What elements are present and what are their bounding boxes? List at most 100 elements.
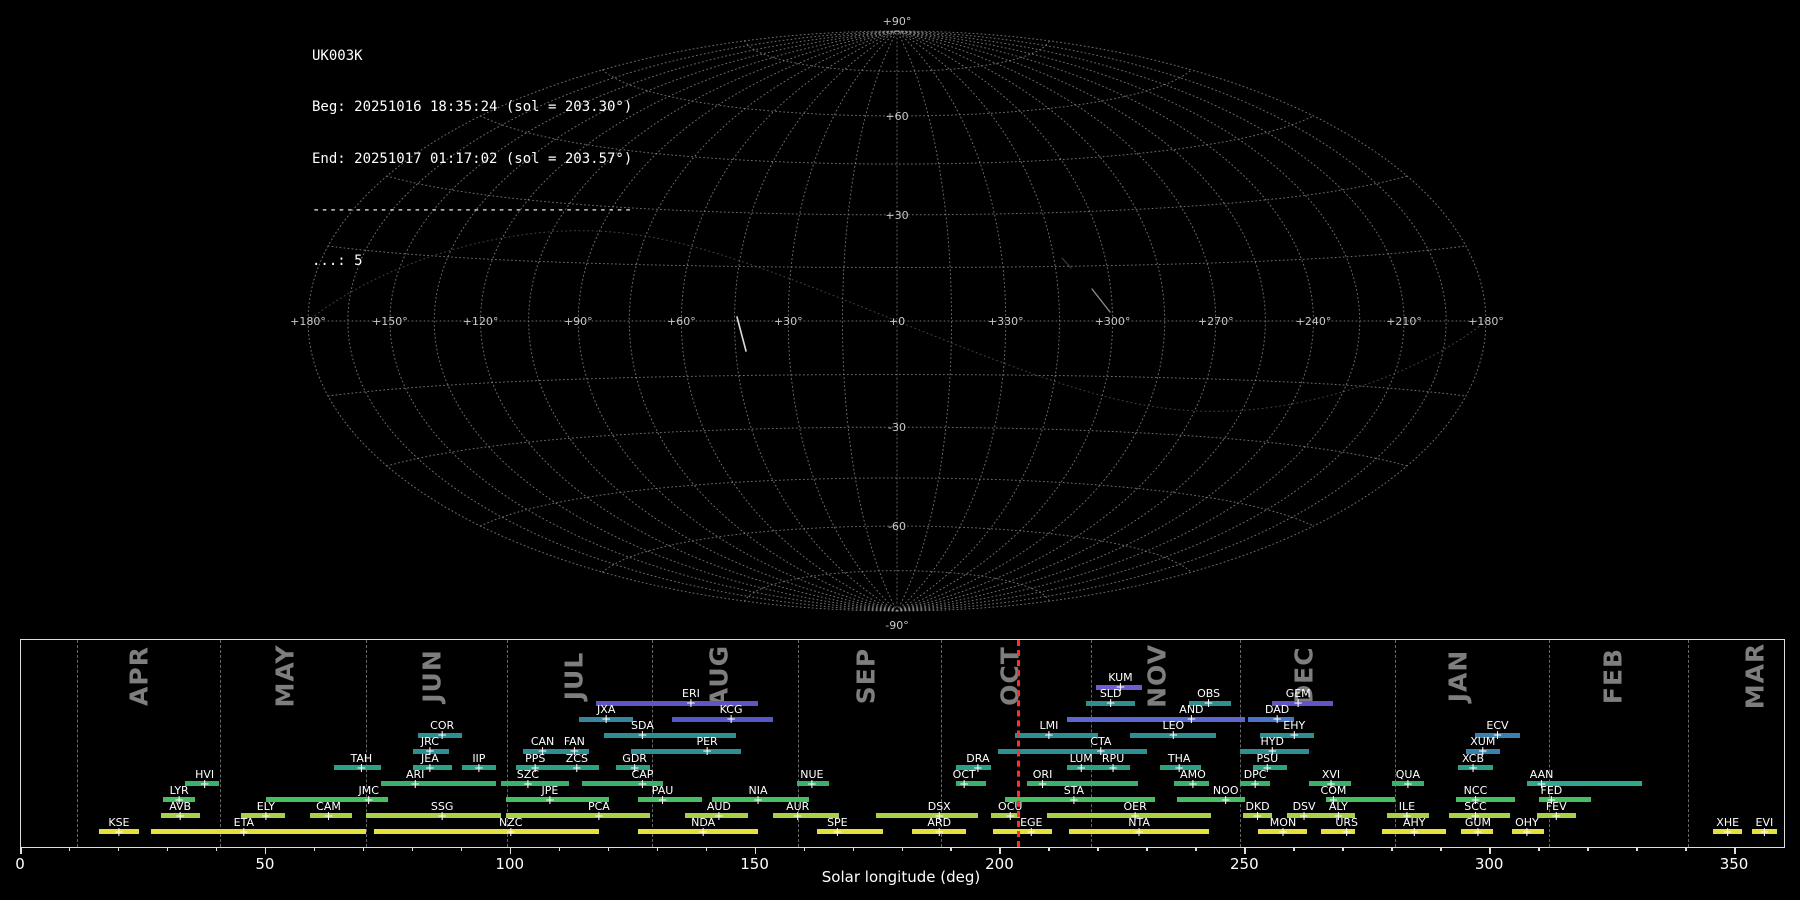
sky-grid-meridian <box>896 30 1405 612</box>
x-minor-tick <box>950 847 952 851</box>
x-major-tick <box>509 847 512 854</box>
shower-bar <box>993 829 1052 835</box>
dec-label: -60 <box>888 520 906 533</box>
x-minor-tick <box>1391 847 1393 851</box>
x-minor-tick <box>411 847 414 851</box>
shower-bar <box>500 781 570 787</box>
shower-activity-chart: APRMAYJUNJULAUGSEPOCTNOVDECJANFEBMARKUM+… <box>20 639 1785 848</box>
x-tick-label: 200 <box>985 855 1014 873</box>
x-tick-label: 0 <box>15 855 25 873</box>
end-time-line: End: 20251017 01:17:02 (sol = 203.57°) <box>312 150 633 167</box>
sky-grid-meridian <box>896 30 1114 612</box>
x-minor-tick <box>1195 847 1197 851</box>
x-major-tick <box>1489 847 1491 854</box>
x-minor-tick <box>362 847 365 851</box>
sky-grid-meridian <box>896 30 1266 612</box>
sky-grid-meridian <box>787 30 898 612</box>
ra-label: +180° <box>290 315 326 328</box>
ra-label: +210° <box>1386 315 1422 328</box>
x-minor-tick <box>1342 847 1344 851</box>
sky-grid-meridian <box>896 30 1166 612</box>
month-boundary-line <box>220 640 222 847</box>
shower-bar <box>1066 716 1246 722</box>
x-minor-tick <box>656 847 659 851</box>
sky-grid-parallel <box>602 69 1192 117</box>
x-minor-tick <box>117 847 120 851</box>
x-minor-tick <box>852 847 855 851</box>
sky-grid-meridian <box>896 30 1315 612</box>
x-minor-tick <box>1293 847 1295 851</box>
x-axis-title: Solar longitude (deg) <box>821 868 981 886</box>
ra-label: +270° <box>1198 315 1234 328</box>
shower-bar <box>638 797 702 803</box>
x-tick-label: 50 <box>255 855 275 873</box>
shower-bar <box>366 813 501 819</box>
x-minor-tick <box>1685 847 1687 851</box>
sporadic-count-line: ...: 5 <box>312 253 363 270</box>
x-minor-tick <box>1538 847 1540 851</box>
shower-bar <box>373 829 599 835</box>
ra-label: +240° <box>1296 315 1332 328</box>
meteor-trail <box>736 316 747 352</box>
sky-grid-meridian <box>896 30 1487 612</box>
begin-time-line: Beg: 20251016 18:35:24 (sol = 203.30°) <box>312 99 633 116</box>
meteor-trail <box>1061 257 1072 269</box>
ra-label: +60° <box>667 315 696 328</box>
month-label: JUL <box>559 651 589 701</box>
x-minor-tick <box>1587 847 1589 851</box>
sky-grid-meridian <box>896 30 1217 612</box>
sky-grid-meridian <box>896 30 1061 612</box>
ra-label: +30° <box>774 315 803 328</box>
current-sol-line <box>1017 640 1020 847</box>
separator-line: -------------------------------------- <box>312 201 633 218</box>
ra-label: +120° <box>463 315 499 328</box>
ra-label: +300° <box>1095 315 1131 328</box>
sky-grid-parallel <box>602 525 1192 573</box>
x-major-tick <box>20 847 22 854</box>
ra-label: +0 <box>889 315 905 328</box>
month-boundary-line <box>1688 640 1689 847</box>
x-minor-tick <box>1048 847 1050 851</box>
x-major-tick <box>264 847 267 854</box>
sky-map: +180° +150° +120° +90° +60° +30° +0 +330° +300° +… <box>290 15 1504 632</box>
month-label: MAR <box>1740 642 1770 710</box>
sky-grid-parallel <box>386 426 1408 467</box>
x-major-tick <box>1734 847 1736 854</box>
sky-grid-meridian <box>896 30 1007 612</box>
ra-label: +90° <box>564 315 593 328</box>
month-label: MAY <box>270 644 300 708</box>
sky-grid-meridian <box>896 30 1447 612</box>
shower-bar <box>505 813 651 819</box>
dec-label: -90° <box>885 619 908 632</box>
dec-label: +90° <box>883 15 912 28</box>
sky-grid-meridian <box>680 30 898 612</box>
observation-info-block: UK003K Beg: 20251016 18:35:24 (sol = 203… <box>312 14 632 304</box>
sky-grid-meridian <box>733 30 898 612</box>
x-tick-label: 150 <box>740 855 769 873</box>
month-label: OCT <box>995 646 1025 706</box>
x-minor-tick <box>901 847 903 851</box>
sky-grid-meridian <box>628 30 898 612</box>
x-minor-tick <box>803 847 806 851</box>
sky-grid-meridian <box>896 30 1361 612</box>
x-minor-tick <box>460 847 463 851</box>
x-minor-tick <box>1146 847 1148 851</box>
month-boundary-line <box>651 640 653 847</box>
shower-bar <box>672 716 773 722</box>
ra-label: +150° <box>372 315 408 328</box>
shower-bar <box>1176 797 1246 803</box>
x-minor-tick <box>1636 847 1638 851</box>
x-minor-tick <box>607 847 610 851</box>
month-label: FEB <box>1598 647 1628 705</box>
sky-grid-parallel <box>744 570 1050 602</box>
dec-label: +30 <box>885 209 908 222</box>
x-minor-tick <box>705 847 708 851</box>
x-tick-label: 350 <box>1719 855 1749 873</box>
x-minor-tick <box>1440 847 1442 851</box>
sky-grid-meridian <box>896 30 952 612</box>
sky-grid-parallel <box>744 40 1050 72</box>
x-minor-tick <box>166 847 169 851</box>
x-minor-tick <box>1097 847 1099 851</box>
ra-label: +180° <box>1468 315 1504 328</box>
radiant-plot-screen: +180° +150° +120° +90° +60° +30° +0 +330° +300° +… <box>0 0 1800 900</box>
